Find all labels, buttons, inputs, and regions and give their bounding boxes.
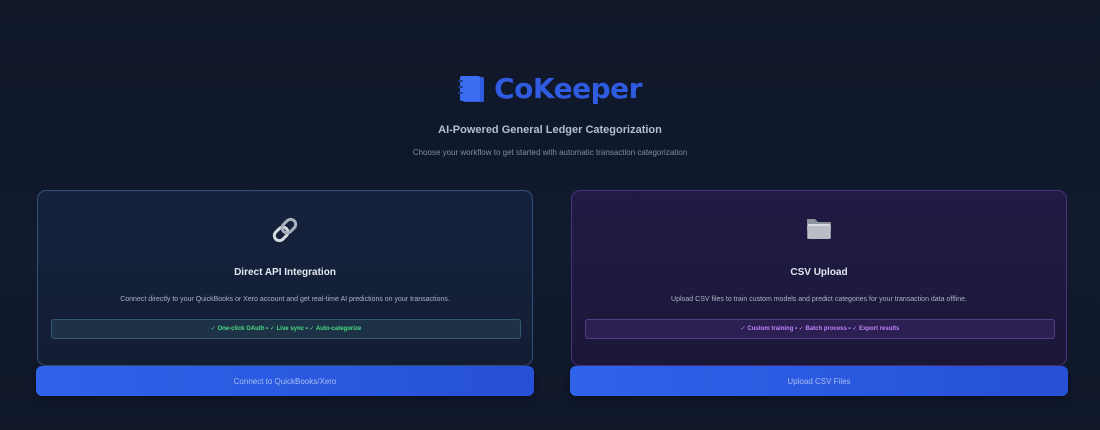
page-tagline: AI-Powered General Ledger Categorization <box>438 124 662 136</box>
link-icon <box>272 217 298 243</box>
upload-csv-files-button[interactable]: Upload CSV Files <box>570 366 1068 396</box>
api-integration-card[interactable]: Direct API Integration Connect directly … <box>37 190 533 366</box>
card-description: Upload CSV files to train custom models … <box>671 296 967 303</box>
csv-upload-card[interactable]: CSV Upload Upload CSV files to train cus… <box>571 190 1067 366</box>
card-title: CSV Upload <box>790 267 848 278</box>
brand-name: CoKeeper <box>494 72 642 105</box>
notebook-icon <box>458 75 485 102</box>
card-title: Direct API Integration <box>234 267 336 278</box>
folder-icon <box>807 219 831 239</box>
brand-header: CoKeeper <box>0 72 1100 105</box>
connect-quickbooks-xero-button[interactable]: Connect to QuickBooks/Xero <box>36 366 534 396</box>
card-description: Connect directly to your QuickBooks or X… <box>120 296 450 303</box>
page-subtitle: Choose your workflow to get started with… <box>412 148 688 157</box>
feature-list: ✓ One-click OAuth • ✓ Live sync • ✓ Auto… <box>51 319 521 339</box>
workflow-selection-page: CoKeeper AI-Powered General Ledger Categ… <box>0 0 1100 430</box>
feature-list: ✓ Custom training • ✓ Batch process • ✓ … <box>585 319 1055 339</box>
